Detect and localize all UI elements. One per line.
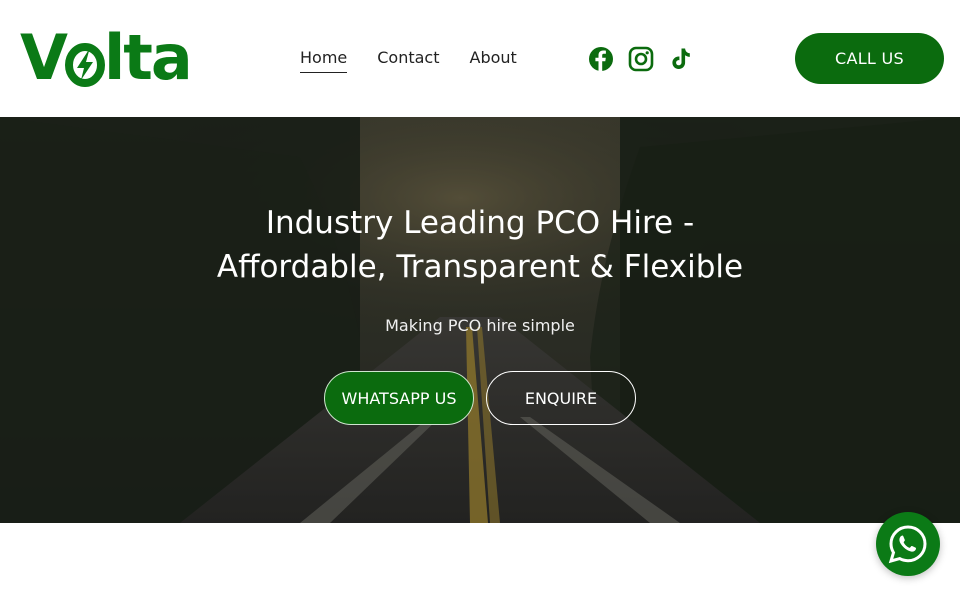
enquire-button[interactable]: ENQUIRE — [486, 371, 636, 425]
site-header: V lta Home Contact About CALL US — [0, 0, 960, 117]
hero-title-line-2: Affordable, Transparent & Flexible — [216, 249, 744, 285]
social-links — [588, 46, 694, 72]
nav-home[interactable]: Home — [300, 46, 348, 73]
main-nav: Home Contact About — [300, 46, 547, 73]
facebook-icon[interactable] — [588, 46, 614, 72]
nav-about[interactable]: About — [470, 46, 517, 70]
whatsapp-icon — [888, 525, 927, 564]
hero-section: Industry Leading PCO Hire - Affordable, … — [0, 117, 960, 523]
hero-title-line-1: Industry Leading PCO Hire - — [265, 205, 695, 241]
nav-contact[interactable]: Contact — [377, 46, 439, 70]
logo-letter-v: V — [20, 21, 68, 94]
bolt-icon — [64, 36, 105, 87]
call-us-button[interactable]: CALL US — [795, 33, 944, 84]
hero-title: Industry Leading PCO Hire - Affordable, … — [0, 201, 960, 289]
whatsapp-us-button[interactable]: WHATSAPP US — [324, 371, 474, 425]
floating-whatsapp-button[interactable] — [876, 512, 940, 576]
volta-logo[interactable]: V lta — [20, 21, 193, 94]
tiktok-icon[interactable] — [668, 46, 694, 72]
logo-letters-lta: lta — [103, 21, 193, 94]
instagram-icon[interactable] — [628, 46, 654, 72]
hero-subtitle: Making PCO hire simple — [385, 316, 575, 335]
